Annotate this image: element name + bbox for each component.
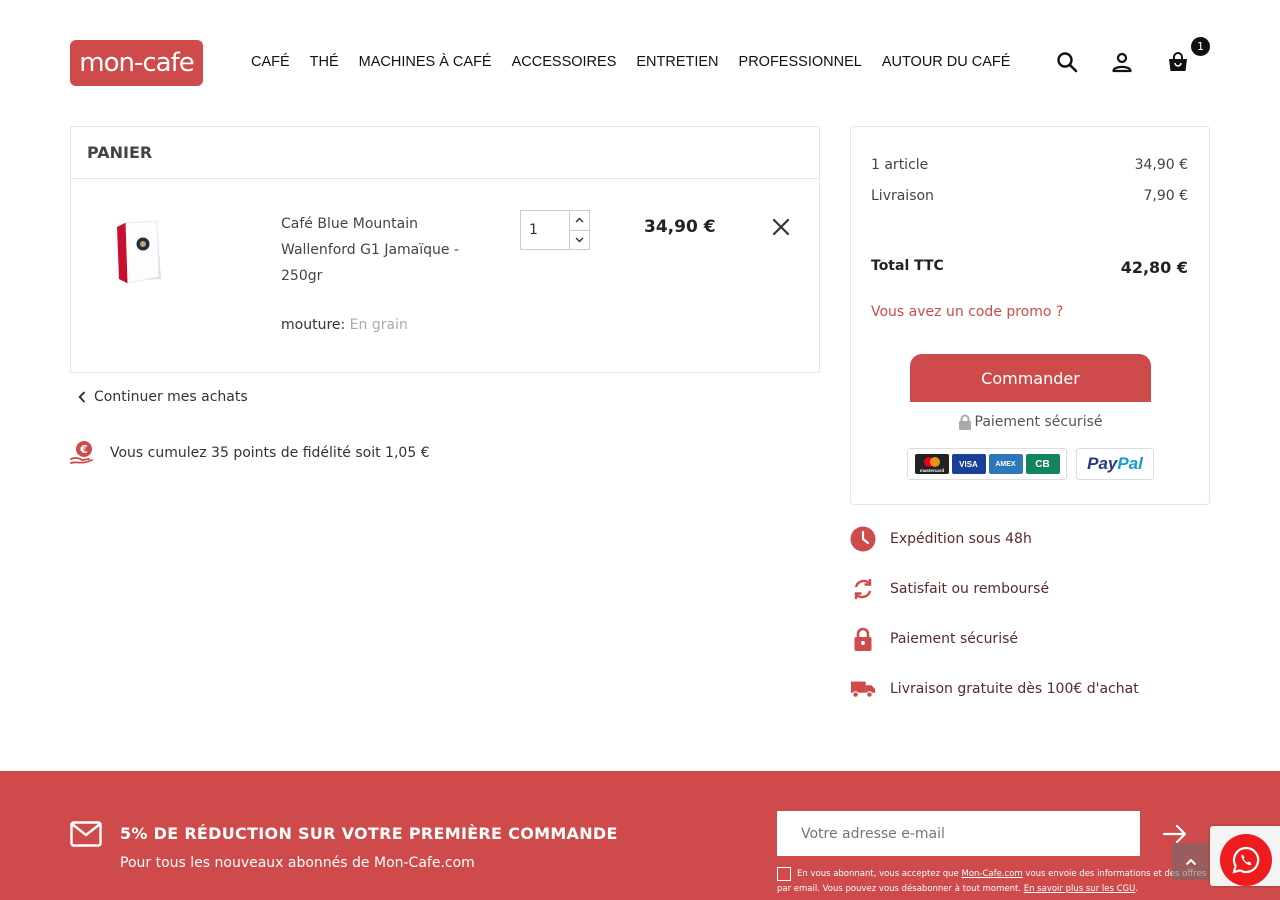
nav-item-professionnel[interactable]: PROFESSIONNEL (739, 54, 862, 70)
nav-item-the[interactable]: THÉ (310, 54, 339, 70)
product-image[interactable] (113, 217, 165, 285)
continue-shopping-link[interactable]: Continuer mes achats (78, 389, 248, 405)
nav-item-entretien[interactable]: ENTRETIEN (636, 54, 718, 70)
reassurance-item: Satisfait ou remboursé (850, 576, 1049, 602)
total-label: Total TTC (871, 258, 944, 274)
reassurance-label: Expédition sous 48h (890, 531, 1032, 547)
account-icon[interactable] (1108, 48, 1136, 76)
promo-code-link[interactable]: Vous avez un code promo ? (871, 304, 1063, 320)
amex-icon: AMEX (988, 454, 1023, 474)
secure-payment-label: Paiement sécurisé (974, 414, 1103, 430)
total-value: 42,80 € (1120, 258, 1188, 277)
clock-icon (850, 526, 876, 552)
newsletter-footer: 5% DE RÉDUCTION SUR VOTRE PREMIÈRE COMMA… (0, 771, 1280, 900)
reassurance-label: Livraison gratuite dès 100€ d'achat (890, 681, 1139, 697)
chevron-left-icon (78, 391, 86, 403)
mastercard-icon: mastercard (914, 454, 949, 474)
shipping-label: Livraison (871, 188, 934, 204)
secure-payment-note: Paiement sécurisé (851, 414, 1209, 430)
shipping-value: 7,90 € (1143, 188, 1188, 204)
quantity-stepper (520, 210, 590, 250)
newsletter-consent-checkbox[interactable] (777, 867, 791, 881)
refresh-icon (850, 576, 876, 602)
reassurance-label: Paiement sécurisé (890, 631, 1018, 647)
summary-articles-row: 1 article 34,90 € (871, 157, 1188, 173)
product-name[interactable]: Café Blue Mountain Wallenford G1 Jamaïqu… (281, 211, 481, 289)
quantity-input[interactable] (521, 211, 569, 249)
reassurance-item: Paiement sécurisé (850, 626, 1018, 652)
svg-text:€: € (79, 443, 88, 456)
site-header: mon-cafe CAFÉ THÉ MACHINES À CAFÉ ACCESS… (0, 0, 1280, 110)
scroll-top-button[interactable] (1172, 843, 1209, 880)
paypal-icon: Pay Pal (1076, 448, 1154, 480)
quantity-decrease-button[interactable] (570, 229, 589, 250)
svg-text:mastercard: mastercard (919, 468, 944, 473)
summary-shipping-row: Livraison 7,90 € (871, 188, 1188, 204)
padlock-icon (958, 414, 971, 430)
paypal-wordmark-pal: Pal (1117, 454, 1143, 473)
articles-value: 34,90 € (1134, 157, 1188, 173)
product-attribute: mouture: En grain (281, 317, 408, 333)
newsletter-email-input[interactable] (777, 811, 1140, 856)
cart-count-badge: 1 (1191, 37, 1210, 56)
reassurance-item: Livraison gratuite dès 100€ d'achat (850, 676, 1139, 702)
cart-icon[interactable] (1164, 48, 1192, 76)
nav-item-autour-du-cafe[interactable]: AUTOUR DU CAFÉ (882, 54, 1011, 70)
summary-total-row: Total TTC 42,80 € (871, 258, 1188, 277)
quantity-increase-button[interactable] (570, 211, 589, 230)
logo-text: mon-cafe (79, 48, 194, 78)
order-summary: 1 article 34,90 € Livraison 7,90 € Total… (850, 126, 1210, 505)
nav-item-machines[interactable]: MACHINES À CAFÉ (359, 54, 492, 70)
lock-icon (850, 626, 876, 652)
cb-icon: CB (1025, 454, 1060, 474)
reassurance-label: Satisfait ou remboursé (890, 581, 1050, 597)
paypal-wordmark-pay: Pay (1087, 454, 1118, 473)
reassurance-item: Expédition sous 48h (850, 526, 1032, 552)
chevron-up-icon (1185, 858, 1196, 865)
visa-icon: VISA (951, 454, 986, 474)
newsletter-subtitle: Pour tous les nouveaux abonnés de Mon-Ca… (120, 855, 475, 871)
moncafe-link[interactable]: Mon-Cafe.com (962, 869, 1023, 879)
checkout-button[interactable]: Commander (910, 354, 1151, 402)
attribute-value: En grain (349, 317, 408, 333)
whatsapp-icon (1232, 846, 1260, 874)
newsletter-title: 5% DE RÉDUCTION SUR VOTRE PREMIÈRE COMMA… (120, 824, 618, 843)
newsletter-legal-text: En vous abonnant, vous acceptez que Mon-… (777, 867, 1209, 897)
product-price: 34,90 € (644, 217, 716, 237)
loyalty-text: Vous cumulez 35 points de fidélité soit … (110, 445, 430, 461)
chevron-down-icon (575, 237, 584, 243)
main-nav: CAFÉ THÉ MACHINES À CAFÉ ACCESSOIRES ENT… (251, 54, 1030, 70)
site-logo[interactable]: mon-cafe (70, 40, 203, 86)
search-icon[interactable] (1053, 48, 1081, 76)
whatsapp-chat-button[interactable] (1220, 834, 1272, 886)
legal-text-1: En vous abonnant, vous acceptez que (797, 869, 962, 879)
continue-shopping-label: Continuer mes achats (94, 389, 248, 405)
nav-item-accessoires[interactable]: ACCESSOIRES (512, 54, 617, 70)
card-logos: mastercard VISA AMEX CB (907, 448, 1067, 480)
attribute-label: mouture: (281, 317, 346, 333)
cgu-link[interactable]: En savoir plus sur les CGU (1024, 884, 1136, 894)
chevron-up-icon (575, 217, 584, 223)
loyalty-coin-icon: € (70, 441, 93, 464)
legal-text-3: . (1135, 884, 1139, 894)
mail-icon (70, 821, 102, 851)
nav-item-cafe[interactable]: CAFÉ (251, 54, 290, 70)
quantity-buttons (569, 211, 589, 249)
loyalty-points: € Vous cumulez 35 points de fidélité soi… (70, 440, 430, 466)
remove-item-button[interactable] (771, 217, 791, 237)
cart-title: PANIER (71, 127, 819, 179)
close-icon (772, 218, 790, 236)
articles-label: 1 article (871, 157, 929, 173)
truck-icon (850, 676, 876, 702)
cart-panel: PANIER Café Blue Mountain Wallenford G1 … (70, 126, 820, 373)
